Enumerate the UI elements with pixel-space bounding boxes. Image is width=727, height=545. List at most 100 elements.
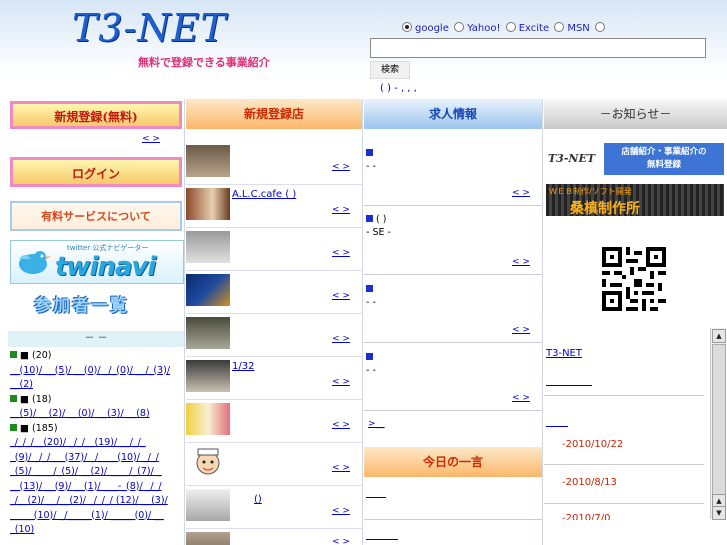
news-link[interactable] <box>546 385 592 386</box>
scroll-thumb[interactable] <box>712 344 726 496</box>
kuwamaki-banner[interactable]: ＷＥＢ制作/ソフト開発 桑槙制作所 <box>546 184 724 216</box>
category-group: ■ (18) __(5)/ __(2)/ __(0)/ __(3)/ __(8) <box>10 393 182 422</box>
category-links[interactable]: _(9)/ _/_/___(37)/ _/____(10)/ _/_/ <box>10 451 182 466</box>
shop-name[interactable]: A.L.C.cafe ( ) <box>232 189 296 200</box>
more-link[interactable]: < > <box>332 162 350 172</box>
radio-icon[interactable] <box>554 22 565 32</box>
t3net-banner[interactable]: T3-NET 店舗紹介・事業紹介の 無料登録 <box>546 143 724 175</box>
login-button[interactable]: ログイン <box>10 157 182 187</box>
job-item[interactable]: - - <box>366 283 542 309</box>
jobs-column: 求人情報 - - < > ( ) - SE - < > - - < > - - … <box>364 99 543 545</box>
more-link[interactable]: < > <box>142 134 160 144</box>
mascot-thumbnail[interactable] <box>186 446 230 478</box>
shop-thumbnail[interactable] <box>186 231 230 263</box>
more-link[interactable]: < > <box>512 188 530 198</box>
radio-selected-icon[interactable] <box>402 22 412 32</box>
news-date: -2010/10/22 <box>562 439 624 450</box>
twitter-bird-icon <box>19 251 51 274</box>
category-links[interactable]: _/__(2)/ __/__(2)/ _/_/_/ (12)/ __(3)/ <box>10 494 182 509</box>
shop-thumbnail[interactable] <box>186 274 230 306</box>
more-link[interactable]: < > <box>332 334 350 344</box>
news-scrollbar[interactable]: ▲ ▲ ▼ <box>710 328 726 520</box>
more-link[interactable]: < > <box>332 463 350 473</box>
shop-thumbnail[interactable] <box>186 403 230 435</box>
shop-row[interactable]: < > <box>186 443 362 486</box>
more-link[interactable]: < > <box>512 257 530 267</box>
search-input[interactable] <box>370 38 706 58</box>
news-date: -2010/7/0 <box>562 513 611 520</box>
news-header: －お知らせ－ <box>544 99 727 129</box>
more-link[interactable]: < > <box>512 325 530 335</box>
jobs-header: 求人情報 <box>364 99 542 129</box>
shop-row[interactable]: < > <box>186 529 362 545</box>
more-link[interactable]: < > <box>332 420 350 430</box>
quote-link[interactable] <box>366 491 386 498</box>
arrow-link[interactable]: >__ <box>368 419 385 429</box>
shop-row[interactable]: < > <box>186 228 362 271</box>
shop-row[interactable]: < > <box>186 400 362 443</box>
paid-service-button[interactable]: 有料サービスについて <box>10 201 182 231</box>
member-list-button[interactable]: 参加者一覧 <box>34 291 129 316</box>
more-link[interactable]: < > <box>332 537 350 545</box>
category-links[interactable]: __(10)/ __(5)/ __(0)/ _/_(0)/ __/_(3)/ <box>10 364 182 379</box>
shop-thumbnail[interactable] <box>186 489 230 521</box>
news-title-link[interactable]: T3-NET <box>546 348 582 359</box>
radio-icon[interactable] <box>505 22 516 32</box>
shop-row[interactable]: 1/32 < > <box>186 357 362 400</box>
more-link[interactable]: < > <box>332 248 350 258</box>
job-item[interactable]: ( ) - SE - <box>366 213 542 239</box>
category-links[interactable]: __(13)/ __(9)/ __(1)/ ___-_(8)/ _/_/ <box>10 480 182 495</box>
category-links[interactable]: _/_/_/__(20)/ _/_/__(19)/ __/_/_ <box>10 436 182 451</box>
engine-google[interactable]: google <box>400 22 449 34</box>
category-links[interactable]: _(5)/ ____/_(5)/ __(2)/ ____/_(7)/ _ <box>10 465 182 480</box>
bullet-square-icon <box>366 353 373 360</box>
category-links[interactable]: _____(10)/ _/_____(1)/ _____(0)/ __ <box>10 509 182 524</box>
scroll-up-icon[interactable]: ▲ <box>712 329 726 343</box>
more-link[interactable]: < > <box>512 393 530 403</box>
quote-link[interactable] <box>366 533 398 540</box>
more-link[interactable]: < > <box>332 377 350 387</box>
qr-code-icon <box>602 247 666 311</box>
bullet-square-icon <box>366 149 373 156</box>
bullet-square-icon <box>10 351 17 358</box>
shop-thumbnail[interactable] <box>186 145 230 177</box>
bullet-square-icon <box>10 423 17 431</box>
more-link[interactable]: < > <box>332 291 350 301</box>
shop-row[interactable]: < > <box>186 142 362 185</box>
shop-row[interactable]: A.L.C.cafe ( ) < > <box>186 185 362 228</box>
shop-thumbnail[interactable] <box>186 317 230 349</box>
more-link[interactable]: < > <box>332 506 350 516</box>
shop-row[interactable]: < > <box>186 271 362 314</box>
shop-thumbnail[interactable] <box>186 532 230 545</box>
shop-name[interactable]: () <box>254 494 262 505</box>
site-logo[interactable]: T3-NET <box>72 6 227 50</box>
header-links[interactable]: ( ) - , , , <box>380 83 417 94</box>
site-header: T3-NET 無料で登録できる事業紹介 google Yahoo! Excite… <box>0 0 727 97</box>
scroll-down-icon[interactable]: ▼ <box>712 506 726 520</box>
shop-name[interactable]: 1/32 <box>232 361 254 372</box>
news-link[interactable] <box>546 426 568 427</box>
job-item[interactable]: - - <box>366 351 542 377</box>
shop-thumbnail[interactable] <box>186 188 230 220</box>
engine-yahoo[interactable]: Yahoo! <box>452 22 501 34</box>
shop-row[interactable]: < > <box>186 314 362 357</box>
twinavi-banner[interactable]: twitter 公式ナビゲーター twinavi <box>10 240 184 284</box>
engine-msn[interactable]: MSN <box>552 22 590 34</box>
new-shops-column: 新規登録店 < > A.L.C.cafe ( ) < > < > < > < >… <box>186 99 363 545</box>
category-list: ■ (20) __(10)/ __(5)/ __(0)/ _/_(0)/ __/… <box>10 349 182 538</box>
shop-row[interactable]: () < > <box>186 486 362 529</box>
search-engine-selector: google Yahoo! Excite MSN <box>400 22 608 34</box>
category-links[interactable]: _(10) <box>10 523 182 538</box>
more-link[interactable]: < > <box>332 205 350 215</box>
radio-icon[interactable] <box>594 22 605 32</box>
shop-thumbnail[interactable] <box>186 360 230 392</box>
radio-icon[interactable] <box>454 22 465 32</box>
engine-excite[interactable]: Excite <box>504 22 549 34</box>
category-links[interactable]: __(2) <box>10 378 182 393</box>
register-free-button[interactable]: 新規登録(無料) <box>10 101 182 129</box>
category-links[interactable]: __(5)/ __(2)/ __(0)/ __(3)/ __(8) <box>10 407 182 422</box>
job-item[interactable]: - - <box>366 147 542 173</box>
category-group: ■ (185) _/_/_/__(20)/ _/_/__(19)/ __/_/_… <box>10 422 182 538</box>
search-button[interactable]: 検索 <box>370 61 410 79</box>
new-shops-header: 新規登録店 <box>186 99 362 129</box>
